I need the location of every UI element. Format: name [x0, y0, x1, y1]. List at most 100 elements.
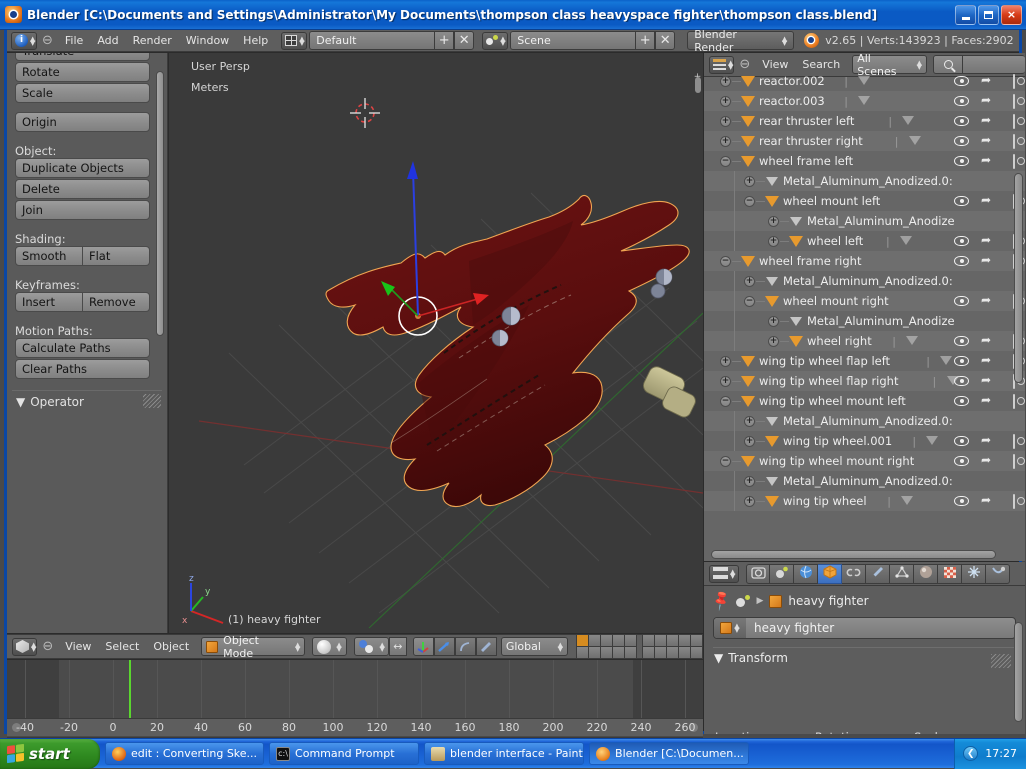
properties-tab-constraints[interactable] — [842, 564, 866, 584]
restrict-select-toggle[interactable]: ➦ — [981, 113, 991, 127]
outliner-vertical-scrollbar[interactable] — [1014, 173, 1023, 383]
scale-manipulator-button[interactable] — [455, 637, 476, 656]
3d-viewport[interactable]: z y x User Persp Meters (1) heavy fighte… — [169, 53, 703, 633]
properties-tab-particles[interactable] — [962, 564, 986, 584]
viewport-scrollbar[interactable] — [695, 77, 701, 93]
restrict-select-toggle[interactable]: ➦ — [981, 353, 991, 367]
screen-layout-icon[interactable]: ▲▼ — [281, 32, 307, 50]
outliner-row[interactable]: +rear thruster right|➦ — [704, 131, 1025, 151]
tool-translate[interactable]: Translate — [15, 53, 150, 61]
restrict-render-toggle[interactable] — [1013, 135, 1015, 148]
outliner-row[interactable]: +reactor.003|➦ — [704, 91, 1025, 111]
viewport-shading-selector[interactable]: ▲▼ — [312, 637, 346, 656]
outliner-row[interactable]: −wing tip wheel mount left➦ — [704, 391, 1025, 411]
outliner-expander[interactable]: + — [744, 476, 755, 487]
outliner-row[interactable]: +reactor.002|➦ — [704, 71, 1025, 91]
start-button[interactable]: start — [0, 739, 100, 769]
restrict-render-toggle[interactable] — [1013, 455, 1015, 468]
restrict-select-toggle[interactable]: ➦ — [981, 233, 991, 247]
tool-insert-keyframe[interactable]: Insert — [15, 292, 83, 312]
outliner-row[interactable]: −wheel frame left➦ — [704, 151, 1025, 171]
viewport-collapse-icon[interactable]: ⊖ — [37, 639, 58, 654]
properties-tab-object-data[interactable] — [890, 564, 914, 584]
outliner-row[interactable]: +wheel right|➦ — [704, 331, 1025, 351]
window-titlebar[interactable]: Blender [C:\Documents and Settings\Admin… — [0, 0, 1026, 30]
outliner-row[interactable]: +wing tip wheel flap right|➦ — [704, 371, 1025, 391]
restrict-select-toggle[interactable]: ➦ — [981, 293, 991, 307]
outliner-menu-view[interactable]: View — [755, 58, 795, 71]
outliner-expander[interactable]: + — [720, 96, 731, 107]
pivot-point-selector[interactable]: ▲▼ — [354, 637, 389, 656]
outliner-row[interactable]: +rear thruster left|➦ — [704, 111, 1025, 131]
tool-scale[interactable]: Scale — [15, 83, 150, 103]
object-datablock-button[interactable]: ▲▼ — [714, 618, 746, 638]
taskbar-item[interactable]: c:\Command Prompt — [269, 742, 419, 765]
restrict-view-toggle[interactable] — [954, 376, 969, 386]
restrict-select-toggle[interactable]: ➦ — [981, 393, 991, 407]
properties-tab-world[interactable] — [794, 564, 818, 584]
outliner-expander[interactable]: + — [768, 216, 779, 227]
outliner-expander[interactable]: − — [720, 456, 731, 467]
restrict-render-toggle[interactable] — [1013, 155, 1015, 168]
panel-resize-grip[interactable] — [991, 654, 1011, 668]
viewport-editor-type-icon[interactable]: ▲▼ — [12, 638, 37, 656]
outliner-row[interactable]: +wing tip wheel flap left|➦ — [704, 351, 1025, 371]
restrict-render-toggle[interactable] — [1013, 115, 1015, 128]
outliner-editor[interactable]: ▲▼ ⊖ View Search All Scenes ▲▼ +reactor.… — [704, 53, 1025, 561]
rotate-manipulator-button[interactable] — [434, 637, 455, 656]
outliner-expander[interactable]: − — [744, 196, 755, 207]
restrict-select-toggle[interactable]: ➦ — [981, 73, 991, 87]
collapse-menu-icon[interactable]: ⊖ — [37, 33, 58, 48]
scene-datablock-icon[interactable]: ▲▼ — [482, 32, 508, 50]
outliner-expander[interactable]: + — [744, 436, 755, 447]
outliner-row[interactable]: +wing tip wheel.001|➦ — [704, 431, 1025, 451]
tool-rotate[interactable]: Rotate — [15, 62, 150, 82]
outliner-menu-search[interactable]: Search — [795, 58, 847, 71]
restrict-view-toggle[interactable] — [954, 456, 969, 466]
outliner-expander[interactable]: − — [720, 156, 731, 167]
properties-tab-material[interactable] — [914, 564, 938, 584]
outliner-row[interactable]: +Metal_Aluminum_Anodized.0: — [704, 471, 1025, 491]
interaction-mode-selector[interactable]: Object Mode ▲▼ — [201, 637, 305, 656]
restrict-view-toggle[interactable] — [954, 196, 969, 206]
render-engine-selector[interactable]: Blender Render ▲▼ — [687, 31, 794, 50]
restrict-view-toggle[interactable] — [954, 156, 969, 166]
transform-orientation-selector[interactable]: Global ▲▼ — [501, 637, 568, 656]
restrict-select-toggle[interactable]: ➦ — [981, 433, 991, 447]
scene-layers-first-group[interactable] — [576, 634, 637, 659]
menu-add[interactable]: Add — [90, 34, 125, 47]
maximize-button[interactable] — [978, 5, 999, 25]
outliner-expander[interactable]: + — [720, 356, 731, 367]
outliner-row[interactable]: −wheel mount right➦ — [704, 291, 1025, 311]
outliner-row[interactable]: −wheel mount left➦ — [704, 191, 1025, 211]
tool-remove-keyframe[interactable]: Remove — [83, 292, 150, 312]
taskbar-item[interactable]: edit : Converting Ske... — [105, 742, 264, 765]
tool-clear-paths[interactable]: Clear Paths — [15, 359, 150, 379]
outliner-row[interactable]: +Metal_Aluminum_Anodized.0: — [704, 411, 1025, 431]
tool-shade-flat[interactable]: Flat — [83, 246, 150, 266]
outliner-row[interactable]: −wheel frame right➦ — [704, 251, 1025, 271]
restrict-render-toggle[interactable] — [1013, 395, 1015, 408]
tool-origin[interactable]: Origin — [15, 112, 150, 132]
panel-resize-grip[interactable] — [143, 394, 161, 408]
operator-panel-header[interactable]: ▼ Operator — [12, 390, 162, 412]
menu-render[interactable]: Render — [126, 34, 179, 47]
clock[interactable]: 17:27 — [985, 747, 1017, 760]
outliner-expander[interactable]: + — [768, 236, 779, 247]
screen-layout-field[interactable]: Default — [309, 31, 434, 50]
restrict-select-toggle[interactable]: ➦ — [981, 253, 991, 267]
tool-delete[interactable]: Delete — [15, 179, 150, 199]
outliner-row[interactable]: +Metal_Aluminum_Anodize — [704, 211, 1025, 231]
scene-layers-second-group[interactable] — [642, 634, 703, 659]
properties-tab-strip[interactable] — [746, 564, 1010, 584]
scene-field[interactable]: Scene — [510, 31, 635, 50]
restrict-render-toggle[interactable] — [1013, 495, 1015, 508]
close-button[interactable]: × — [1001, 5, 1022, 25]
restrict-view-toggle[interactable] — [954, 136, 969, 146]
outliner-expander[interactable]: + — [744, 496, 755, 507]
restrict-view-toggle[interactable] — [954, 236, 969, 246]
timeline-editor[interactable]: -40-200204060801001201401601802002202402… — [7, 660, 703, 734]
properties-tab-texture[interactable] — [938, 564, 962, 584]
restrict-view-toggle[interactable] — [954, 256, 969, 266]
outliner-expander[interactable]: + — [720, 76, 731, 87]
